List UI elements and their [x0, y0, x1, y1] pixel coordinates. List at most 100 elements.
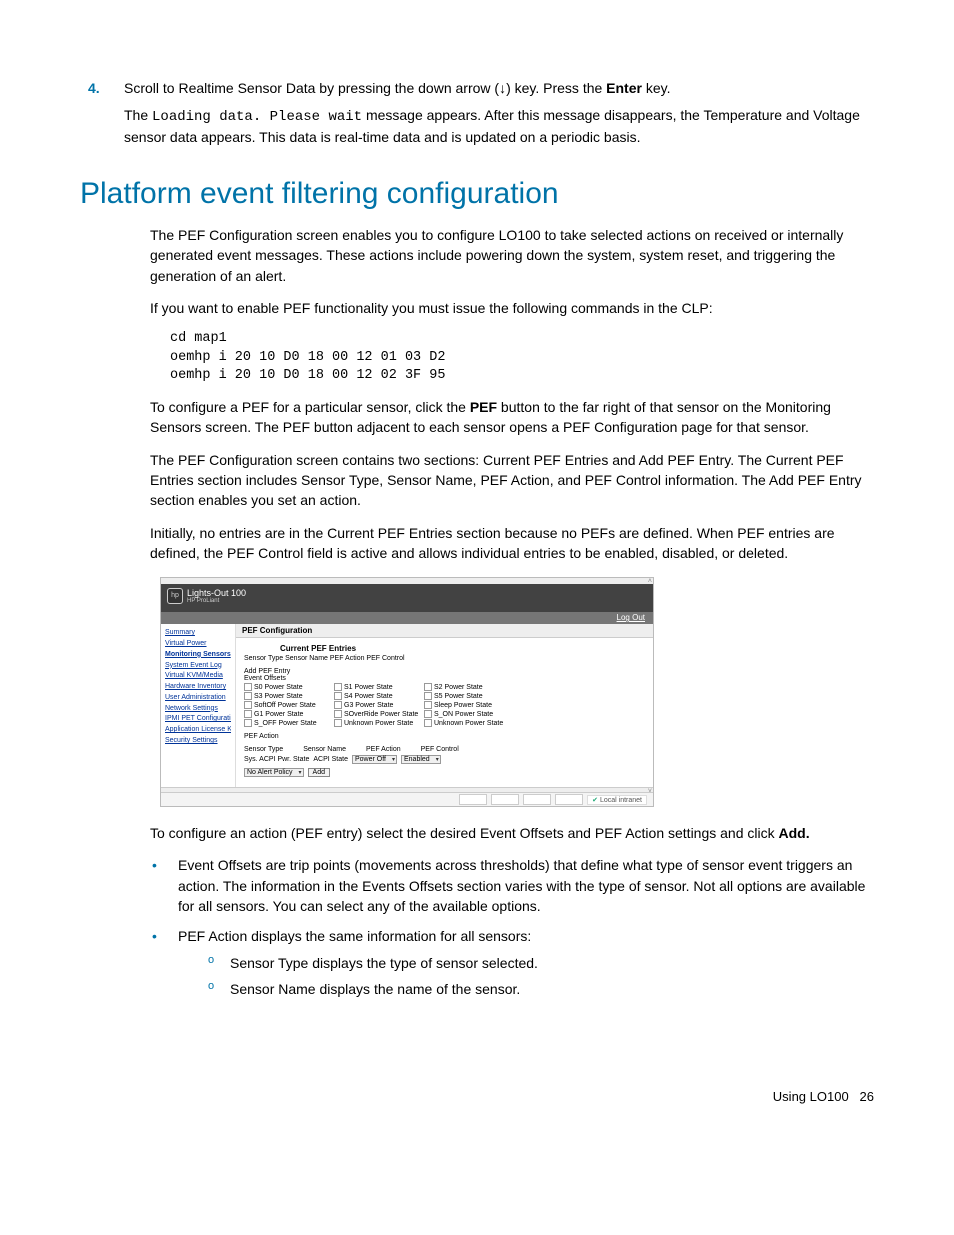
p6-a: To configure an action (PEF entry) selec… — [150, 825, 779, 841]
offset-s2: S2 Power State — [434, 684, 483, 691]
hdr-pef-control: PEF Control — [421, 746, 459, 753]
add-bold: Add. — [779, 825, 810, 841]
offset-unknown1: Unknown Power State — [344, 720, 413, 727]
step-text-c: key. — [642, 80, 671, 96]
offset-s1: S1 Power State — [344, 684, 393, 691]
step-text-a: Scroll to Realtime Sensor Data by pressi… — [124, 80, 499, 96]
offset-s0: S0 Power State — [254, 684, 303, 691]
offset-s4: S4 Power State — [344, 693, 393, 700]
offset-g1: G1 Power State — [254, 711, 303, 718]
zone-label: Local intranet — [600, 797, 642, 804]
step-4: 4. Scroll to Realtime Sensor Data by pre… — [80, 80, 874, 96]
para-5: Initially, no entries are in the Current… — [150, 523, 874, 564]
sidebar-nav: Summary Virtual Power Monitoring Sensors… — [161, 624, 236, 787]
checkbox-son[interactable] — [424, 710, 432, 718]
bullet-2-text: PEF Action displays the same information… — [178, 926, 874, 946]
para-2: If you want to enable PEF functionality … — [150, 298, 874, 318]
pef-config-screenshot: ˄ hp Lights-Out 100 HP ProLiant Log Out … — [160, 577, 654, 807]
current-pef-entries-title: Current PEF Entries — [280, 644, 645, 653]
bullet-event-offsets: • Event Offsets are trip points (movemen… — [150, 855, 874, 916]
checkbox-soverride[interactable] — [334, 710, 342, 718]
sub-a: The — [124, 107, 152, 123]
step-text-b: ) key. Press the — [506, 80, 606, 96]
logout-link[interactable]: Log Out — [617, 613, 645, 622]
para-4: The PEF Configuration screen contains tw… — [150, 450, 874, 511]
checkbox-s3[interactable] — [244, 692, 252, 700]
subbullet-1-text: Sensor Type displays the type of sensor … — [230, 953, 538, 973]
sidebar-item-network-settings[interactable]: Network Settings — [165, 704, 231, 714]
offset-softoff: SoftOff Power State — [254, 702, 316, 709]
subbullet-sensor-type: o Sensor Type displays the type of senso… — [208, 953, 874, 973]
bullet-icon: • — [150, 926, 178, 999]
subbullet-icon: o — [208, 953, 230, 973]
checkbox-s5[interactable] — [424, 692, 432, 700]
checkbox-unknown2[interactable] — [424, 719, 432, 727]
hdr-pef-action: PEF Action — [366, 746, 401, 753]
step-4-subpara: The Loading data. Please wait message ap… — [124, 106, 874, 147]
offset-sleep: Sleep Power State — [434, 702, 492, 709]
screenshot-header: hp Lights-Out 100 HP ProLiant — [161, 584, 653, 612]
bullet-1-text: Event Offsets are trip points (movements… — [178, 855, 874, 916]
event-offsets-label: Event Offsets — [244, 675, 645, 682]
sidebar-item-hardware-inventory[interactable]: Hardware Inventory — [165, 682, 231, 692]
pef-bold: PEF — [470, 399, 497, 415]
checkbox-softoff[interactable] — [244, 701, 252, 709]
clp-commands: cd map1 oemhp i 20 10 D0 18 00 12 01 03 … — [170, 330, 874, 385]
add-pef-entry-title: Add PEF Entry — [244, 668, 645, 675]
sidebar-item-virtual-power[interactable]: Virtual Power — [165, 639, 231, 649]
checkbox-s4[interactable] — [334, 692, 342, 700]
table-headers: Sensor Type Sensor Name PEF Action PEF C… — [244, 655, 645, 662]
sidebar-item-monitoring-sensors[interactable]: Monitoring Sensors — [165, 650, 231, 660]
hdr-sensor-name: Sensor Name — [303, 746, 346, 753]
checkbox-s2[interactable] — [424, 683, 432, 691]
para-1: The PEF Configuration screen enables you… — [150, 225, 874, 286]
checkbox-sleep[interactable] — [424, 701, 432, 709]
add-button[interactable]: Add — [308, 768, 330, 777]
browser-status-bar: ✔ Local intranet — [161, 792, 653, 806]
sidebar-item-user-admin[interactable]: User Administration — [165, 693, 231, 703]
offset-son: S_ON Power State — [434, 711, 493, 718]
alert-policy-select[interactable]: No Alert Policy — [244, 768, 304, 777]
intranet-icon: ✔ — [592, 797, 598, 804]
p3-a: To configure a PEF for a particular sens… — [150, 399, 470, 415]
checkbox-soff[interactable] — [244, 719, 252, 727]
val-sensor-type: Sys. ACPI Pwr. State — [244, 756, 309, 763]
sidebar-item-ipmi-pet-config[interactable]: IPMI PET Configuration — [165, 714, 231, 724]
scroll-up-icon: ˄ — [648, 578, 652, 585]
offset-unknown2: Unknown Power State — [434, 720, 503, 727]
pane-title: PEF Configuration — [236, 624, 653, 638]
bullet-pef-action: • PEF Action displays the same informati… — [150, 926, 874, 999]
subbullet-sensor-name: o Sensor Name displays the name of the s… — [208, 979, 874, 999]
subbullet-icon: o — [208, 979, 230, 999]
offset-soverride: SOverRide Power State — [344, 711, 418, 718]
checkbox-s1[interactable] — [334, 683, 342, 691]
pef-action-select[interactable]: Power Off — [352, 755, 397, 764]
sidebar-item-license-key[interactable]: Application License Key — [165, 725, 231, 735]
checkbox-s0[interactable] — [244, 683, 252, 691]
sidebar-item-summary[interactable]: Summary — [165, 628, 231, 638]
step-number: 4. — [80, 80, 124, 96]
checkbox-g3[interactable] — [334, 701, 342, 709]
hp-logo-icon: hp — [167, 588, 183, 604]
offset-s5: S5 Power State — [434, 693, 483, 700]
status-box — [555, 794, 583, 805]
sidebar-item-virtual-kvm[interactable]: Virtual KVM/Media — [165, 671, 231, 681]
offset-soff: S_OFF Power State — [254, 720, 317, 727]
footer-section: Using LO100 — [773, 1089, 849, 1104]
section-heading: Platform event filtering configuration — [80, 177, 874, 211]
para-6: To configure an action (PEF entry) selec… — [150, 823, 874, 843]
sidebar-item-security-settings[interactable]: Security Settings — [165, 736, 231, 746]
pef-action-section-label: PEF Action — [244, 733, 645, 740]
checkbox-g1[interactable] — [244, 710, 252, 718]
footer-page-number: 26 — [860, 1089, 874, 1104]
scroll-down-icon: ˅ — [648, 788, 652, 795]
loading-message-code: Loading data. Please wait — [152, 109, 362, 125]
subbullet-2-text: Sensor Name displays the name of the sen… — [230, 979, 520, 999]
status-box — [523, 794, 551, 805]
offset-s3: S3 Power State — [254, 693, 303, 700]
product-title: Lights-Out 100 — [187, 588, 246, 598]
pef-control-select[interactable]: Enabled — [401, 755, 441, 764]
para-3: To configure a PEF for a particular sens… — [150, 397, 874, 438]
sidebar-item-system-event-log[interactable]: System Event Log — [165, 661, 231, 671]
checkbox-unknown1[interactable] — [334, 719, 342, 727]
